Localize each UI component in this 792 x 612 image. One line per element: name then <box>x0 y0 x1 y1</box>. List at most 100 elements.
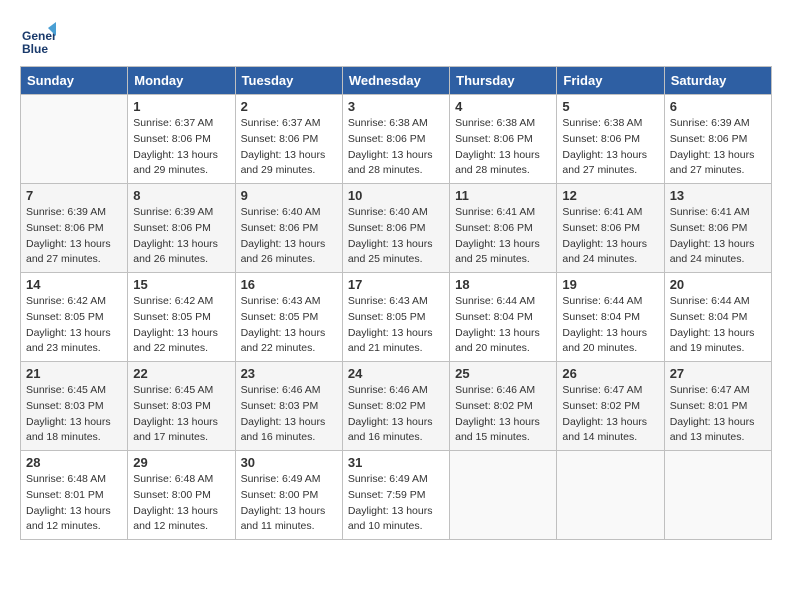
calendar-cell: 14Sunrise: 6:42 AMSunset: 8:05 PMDayligh… <box>21 273 128 362</box>
day-number: 28 <box>26 455 122 470</box>
calendar-cell: 9 Sunrise: 6:40 AMSunset: 8:06 PMDaylight… <box>235 184 342 273</box>
day-number: 11 <box>455 188 551 203</box>
day-info: Sunrise: 6:43 AMSunset: 8:05 PMDaylight:… <box>241 294 337 357</box>
calendar-cell: 27 Sunrise: 6:47 AMSunset: 8:01 PMDayligh… <box>664 362 771 451</box>
day-info: Sunrise: 6:49 AMSunset: 7:59 PMDaylight:… <box>348 472 444 535</box>
day-info: Sunrise: 6:44 AMSunset: 8:04 PMDaylight:… <box>670 294 766 357</box>
day-info: Sunrise: 6:41 AMSunset: 8:06 PMDaylight:… <box>562 205 658 268</box>
calendar-cell: 3Sunrise: 6:38 AMSunset: 8:06 PMDaylight… <box>342 95 449 184</box>
calendar-week-row: 14 Sunrise: 6:42 AMSunset: 8:05 PMDayligh… <box>21 273 772 362</box>
day-number: 24 <box>348 366 444 381</box>
calendar-cell: 10Sunrise: 6:40 AMSunset: 8:06 PMDayligh… <box>342 184 449 273</box>
calendar-cell: 18Sunrise: 6:44 AMSunset: 8:04 PMDayligh… <box>450 273 557 362</box>
day-info: Sunrise: 6:48 AMSunset: 8:01 PMDaylight:… <box>26 472 122 535</box>
day-number: 30 <box>241 455 337 470</box>
day-info: Sunrise: 6:38 AMSunset: 8:06 PMDaylight:… <box>562 116 658 179</box>
calendar-cell: 19Sunrise: 6:44 AMSunset: 8:04 PMDayligh… <box>557 273 664 362</box>
calendar-cell: 29 Sunrise: 6:48 AMSunset: 8:00 PMDayligh… <box>128 451 235 540</box>
calendar-header-row: SundayMondayTuesdayWednesdayThursdayFrid… <box>21 67 772 95</box>
calendar-cell: 15Sunrise: 6:42 AMSunset: 8:05 PMDayligh… <box>128 273 235 362</box>
day-number: 21 <box>26 366 122 381</box>
day-number: 27 <box>670 366 766 381</box>
calendar-cell: 1 Sunrise: 6:37 AMSunset: 8:06 PMDaylight… <box>128 95 235 184</box>
day-info: Sunrise: 6:46 AMSunset: 8:03 PMDaylight:… <box>241 383 337 446</box>
day-number: 3 <box>348 99 444 114</box>
day-info: Sunrise: 6:39 AMSunset: 8:06 PMDaylight:… <box>133 205 229 268</box>
logo: General Blue <box>20 20 60 56</box>
day-info: Sunrise: 6:47 AMSunset: 8:01 PMDaylight:… <box>670 383 766 446</box>
day-number: 12 <box>562 188 658 203</box>
calendar-cell: 16 Sunrise: 6:43 AMSunset: 8:05 PMDayligh… <box>235 273 342 362</box>
day-number: 8 <box>133 188 229 203</box>
day-number: 20 <box>670 277 766 292</box>
day-info: Sunrise: 6:37 AMSunset: 8:06 PMDaylight:… <box>241 116 337 179</box>
day-info: Sunrise: 6:43 AMSunset: 8:05 PMDaylight:… <box>348 294 444 357</box>
day-info: Sunrise: 6:44 AMSunset: 8:04 PMDaylight:… <box>455 294 551 357</box>
calendar-cell: 12 Sunrise: 6:41 AMSunset: 8:06 PMDayligh… <box>557 184 664 273</box>
day-number: 1 <box>133 99 229 114</box>
day-info: Sunrise: 6:40 AMSunset: 8:06 PMDaylight:… <box>241 205 337 268</box>
day-number: 29 <box>133 455 229 470</box>
day-number: 9 <box>241 188 337 203</box>
day-number: 19 <box>562 277 658 292</box>
col-header-saturday: Saturday <box>664 67 771 95</box>
calendar-cell: 8 Sunrise: 6:39 AMSunset: 8:06 PMDaylight… <box>128 184 235 273</box>
calendar-cell: 24 Sunrise: 6:46 AMSunset: 8:02 PMDayligh… <box>342 362 449 451</box>
calendar-cell: 23Sunrise: 6:46 AMSunset: 8:03 PMDayligh… <box>235 362 342 451</box>
calendar-cell <box>450 451 557 540</box>
calendar-cell: 5 Sunrise: 6:38 AMSunset: 8:06 PMDaylight… <box>557 95 664 184</box>
calendar-cell: 4 Sunrise: 6:38 AMSunset: 8:06 PMDaylight… <box>450 95 557 184</box>
calendar-cell: 21 Sunrise: 6:45 AMSunset: 8:03 PMDayligh… <box>21 362 128 451</box>
calendar-cell: 13 Sunrise: 6:41 AMSunset: 8:06 PMDayligh… <box>664 184 771 273</box>
col-header-monday: Monday <box>128 67 235 95</box>
day-number: 22 <box>133 366 229 381</box>
col-header-thursday: Thursday <box>450 67 557 95</box>
day-number: 25 <box>455 366 551 381</box>
calendar-cell: 11 Sunrise: 6:41 AMSunset: 8:06 PMDayligh… <box>450 184 557 273</box>
day-info: Sunrise: 6:41 AMSunset: 8:06 PMDaylight:… <box>455 205 551 268</box>
day-number: 4 <box>455 99 551 114</box>
day-number: 31 <box>348 455 444 470</box>
day-number: 13 <box>670 188 766 203</box>
day-info: Sunrise: 6:41 AMSunset: 8:06 PMDaylight:… <box>670 205 766 268</box>
day-info: Sunrise: 6:49 AMSunset: 8:00 PMDaylight:… <box>241 472 337 535</box>
day-number: 7 <box>26 188 122 203</box>
calendar-cell: 31 Sunrise: 6:49 AMSunset: 7:59 PMDayligh… <box>342 451 449 540</box>
day-number: 2 <box>241 99 337 114</box>
day-number: 16 <box>241 277 337 292</box>
day-number: 17 <box>348 277 444 292</box>
calendar-cell: 22 Sunrise: 6:45 AMSunset: 8:03 PMDayligh… <box>128 362 235 451</box>
calendar-table: SundayMondayTuesdayWednesdayThursdayFrid… <box>20 66 772 540</box>
calendar-week-row: 7 Sunrise: 6:39 AMSunset: 8:06 PMDaylight… <box>21 184 772 273</box>
col-header-wednesday: Wednesday <box>342 67 449 95</box>
calendar-cell <box>21 95 128 184</box>
day-info: Sunrise: 6:42 AMSunset: 8:05 PMDaylight:… <box>133 294 229 357</box>
calendar-cell: 30 Sunrise: 6:49 AMSunset: 8:00 PMDayligh… <box>235 451 342 540</box>
calendar-cell: 26Sunrise: 6:47 AMSunset: 8:02 PMDayligh… <box>557 362 664 451</box>
calendar-cell <box>664 451 771 540</box>
col-header-sunday: Sunday <box>21 67 128 95</box>
day-number: 10 <box>348 188 444 203</box>
day-info: Sunrise: 6:37 AMSunset: 8:06 PMDaylight:… <box>133 116 229 179</box>
day-info: Sunrise: 6:46 AMSunset: 8:02 PMDaylight:… <box>348 383 444 446</box>
day-number: 14 <box>26 277 122 292</box>
col-header-friday: Friday <box>557 67 664 95</box>
logo-icon: General Blue <box>20 20 56 56</box>
col-header-tuesday: Tuesday <box>235 67 342 95</box>
day-info: Sunrise: 6:45 AMSunset: 8:03 PMDaylight:… <box>26 383 122 446</box>
day-number: 5 <box>562 99 658 114</box>
calendar-cell: 7 Sunrise: 6:39 AMSunset: 8:06 PMDaylight… <box>21 184 128 273</box>
calendar-week-row: 1 Sunrise: 6:37 AMSunset: 8:06 PMDaylight… <box>21 95 772 184</box>
day-info: Sunrise: 6:45 AMSunset: 8:03 PMDaylight:… <box>133 383 229 446</box>
calendar-cell: 17 Sunrise: 6:43 AMSunset: 8:05 PMDayligh… <box>342 273 449 362</box>
day-info: Sunrise: 6:48 AMSunset: 8:00 PMDaylight:… <box>133 472 229 535</box>
calendar-cell: 28 Sunrise: 6:48 AMSunset: 8:01 PMDayligh… <box>21 451 128 540</box>
day-info: Sunrise: 6:47 AMSunset: 8:02 PMDaylight:… <box>562 383 658 446</box>
calendar-cell: 6Sunrise: 6:39 AMSunset: 8:06 PMDaylight… <box>664 95 771 184</box>
day-info: Sunrise: 6:38 AMSunset: 8:06 PMDaylight:… <box>455 116 551 179</box>
day-info: Sunrise: 6:39 AMSunset: 8:06 PMDaylight:… <box>26 205 122 268</box>
day-info: Sunrise: 6:46 AMSunset: 8:02 PMDaylight:… <box>455 383 551 446</box>
svg-text:General: General <box>22 29 56 43</box>
calendar-cell: 20 Sunrise: 6:44 AMSunset: 8:04 PMDayligh… <box>664 273 771 362</box>
svg-text:Blue: Blue <box>22 42 48 56</box>
